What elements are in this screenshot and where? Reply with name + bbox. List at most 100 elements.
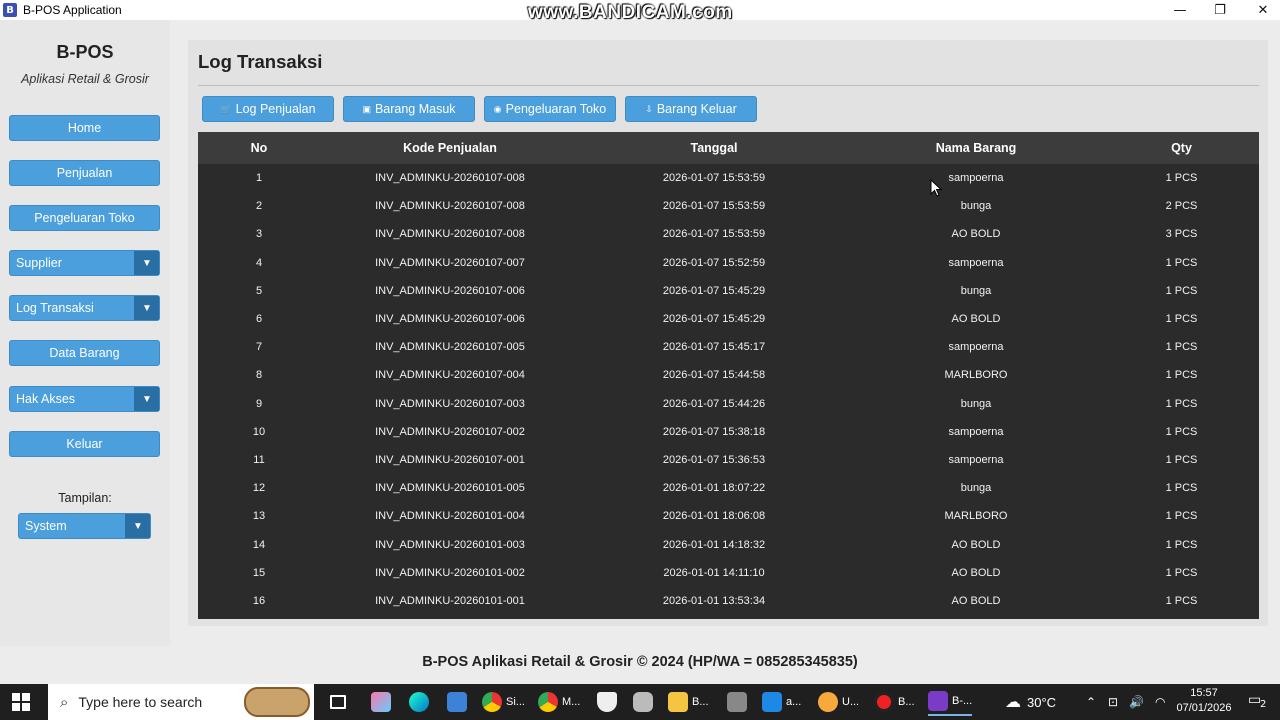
column-header-no[interactable]: No	[198, 132, 320, 164]
nav-keluar-button[interactable]: Keluar	[9, 431, 160, 457]
tab-log-penjualan[interactable]: 🛒 Log Penjualan	[202, 96, 334, 122]
cell-tanggal: 2026-01-07 15:53:59	[662, 172, 766, 185]
sidebar: B-POS Aplikasi Retail & Grosir Home Penj…	[0, 20, 170, 646]
table-row[interactable]: 3 INV_ADMINKU-20260107-008 2026-01-07 15:5…	[198, 220, 1259, 248]
cart-icon: 🛒	[220, 103, 232, 114]
column-header-nama-barang[interactable]: Nama Barang	[848, 132, 1104, 164]
chevron-down-icon[interactable]: ▼	[134, 251, 159, 275]
copilot-icon[interactable]	[371, 688, 395, 716]
cell-no: 2	[255, 200, 263, 213]
notification-icon[interactable]: ▭ 2	[1248, 692, 1268, 712]
clock-time: 15:57	[1190, 687, 1218, 699]
nav-log-transaksi-dropdown[interactable]: Log Transaksi ▼	[9, 295, 160, 321]
taskbar-app-bandicam[interactable]: B...	[874, 688, 915, 716]
taskbar-app-vscode[interactable]: a...	[762, 688, 801, 716]
column-header-qty[interactable]: Qty	[1104, 132, 1259, 164]
maximize-button[interactable]: ❐	[1200, 0, 1240, 20]
cell-no: 6	[255, 313, 263, 326]
table-row[interactable]: 16 INV_ADMINKU-20260101-001 2026-01-01 13:…	[198, 587, 1259, 615]
cell-kode-penjualan: INV_ADMINKU-20260107-008	[375, 200, 525, 213]
taskbar-app-label: U...	[842, 696, 860, 708]
tampilan-value: System	[25, 519, 67, 533]
network-icon[interactable]: ⊡	[1108, 684, 1118, 720]
cell-tanggal: 2026-01-07 15:45:17	[662, 341, 766, 354]
taskbar-search-box[interactable]: ⌕ Type here to search	[48, 684, 314, 720]
chrome-icon	[538, 692, 558, 712]
cell-kode-penjualan: INV_ADMINKU-20260107-004	[375, 369, 525, 382]
tab-barang-masuk[interactable]: ▣ Barang Masuk	[343, 96, 475, 122]
taskbar: ⌕ Type here to search Si... M... B... a.…	[0, 684, 1280, 720]
taskbar-app-bpos[interactable]: B-...	[928, 688, 973, 716]
minimize-button[interactable]: —	[1160, 0, 1200, 20]
taskbar-app-chrome-2[interactable]: M...	[538, 688, 580, 716]
tampilan-select[interactable]: System ▼	[18, 513, 151, 539]
taskbar-app-label: a...	[786, 696, 802, 708]
taskbar-app-u[interactable]: U...	[818, 688, 859, 716]
store-icon[interactable]	[447, 688, 471, 716]
cell-no: 1	[255, 172, 263, 185]
windows-start-icon[interactable]	[12, 693, 30, 711]
money-icon: ◉	[493, 103, 502, 114]
title-bar: B B-POS Application www.BANDICAM.com — ❐…	[0, 0, 1280, 23]
table-row[interactable]: 14 INV_ADMINKU-20260101-003 2026-01-01 14:…	[198, 530, 1259, 558]
search-icon: ⌕	[60, 693, 69, 711]
cell-tanggal: 2026-01-07 15:45:29	[662, 313, 766, 326]
nav-pengeluaran-toko-button[interactable]: Pengeluaran Toko	[9, 205, 160, 231]
cell-tanggal: 2026-01-07 15:52:59	[662, 256, 766, 269]
nav-penjualan-button[interactable]: Penjualan	[9, 160, 160, 186]
taskbar-app-chrome-1[interactable]: Si...	[482, 688, 525, 716]
table-row[interactable]: 1 INV_ADMINKU-20260107-008 2026-01-07 15:5…	[198, 164, 1259, 192]
volume-icon[interactable]: 🔊	[1129, 684, 1144, 720]
system-clock[interactable]: 15:57 07/01/2026	[1172, 686, 1236, 716]
close-button[interactable]: ✕	[1243, 0, 1280, 20]
tab-barang-keluar[interactable]: ⇩ Barang Keluar	[625, 96, 757, 122]
weather-widget[interactable]: ☁ 30°C	[1005, 684, 1056, 720]
database-icon[interactable]	[633, 688, 657, 716]
nav-supplier-dropdown[interactable]: Supplier ▼	[9, 250, 160, 276]
table-row[interactable]: 4 INV_ADMINKU-20260107-007 2026-01-07 15:5…	[198, 249, 1259, 277]
cell-tanggal: 2026-01-07 15:53:59	[662, 228, 766, 241]
cell-kode-penjualan: INV_ADMINKU-20260101-001	[375, 594, 525, 607]
chevron-up-icon[interactable]: ⌃	[1086, 684, 1096, 720]
cell-tanggal: 2026-01-01 14:18:32	[662, 538, 766, 551]
table-row[interactable]: 8 INV_ADMINKU-20260107-004 2026-01-07 15:4…	[198, 361, 1259, 389]
table-row[interactable]: 6 INV_ADMINKU-20260107-006 2026-01-07 15:4…	[198, 305, 1259, 333]
table-row[interactable]: 10 INV_ADMINKU-20260107-002 2026-01-07 15:…	[198, 418, 1259, 446]
cell-qty: 1 PCS	[1165, 397, 1198, 410]
chevron-down-icon[interactable]: ▼	[134, 387, 159, 411]
chevron-down-icon[interactable]: ▼	[125, 514, 150, 538]
tab-pengeluaran-toko[interactable]: ◉ Pengeluaran Toko	[484, 96, 616, 122]
table-row[interactable]: 9 INV_ADMINKU-20260107-003 2026-01-07 15:4…	[198, 390, 1259, 418]
wifi-icon[interactable]: ◠	[1155, 684, 1165, 720]
table-row[interactable]: 5 INV_ADMINKU-20260107-006 2026-01-07 15:4…	[198, 277, 1259, 305]
cell-qty: 1 PCS	[1165, 425, 1198, 438]
cell-no: 8	[255, 369, 263, 382]
notification-count: 2	[1260, 699, 1267, 710]
table-row[interactable]: 7 INV_ADMINKU-20260107-005 2026-01-07 15:4…	[198, 333, 1259, 361]
nav-hak-akses-label: Hak Akses	[16, 392, 76, 406]
cell-tanggal: 2026-01-07 15:44:26	[662, 397, 766, 410]
cell-no: 9	[255, 397, 263, 410]
task-view-icon[interactable]	[330, 688, 350, 716]
cell-no: 16	[252, 594, 266, 607]
table-row[interactable]: 13 INV_ADMINKU-20260101-004 2026-01-01 18:…	[198, 502, 1259, 530]
column-header-kode-penjualan[interactable]: Kode Penjualan	[320, 132, 580, 164]
table-row[interactable]: 12 INV_ADMINKU-20260101-005 2026-01-01 18:…	[198, 474, 1259, 502]
taskbar-app-folder[interactable]: B...	[668, 688, 709, 716]
cell-kode-penjualan: INV_ADMINKU-20260107-008	[375, 228, 525, 241]
nav-data-barang-button[interactable]: Data Barang	[9, 340, 160, 366]
chevron-down-icon[interactable]: ▼	[134, 296, 159, 320]
edge-icon[interactable]	[409, 688, 433, 716]
table-row[interactable]: 15 INV_ADMINKU-20260101-002 2026-01-01 14:…	[198, 559, 1259, 587]
tab-log-penjualan-label: Log Penjualan	[235, 102, 316, 116]
temperature: 30°C	[1027, 694, 1057, 710]
nav-home-button[interactable]: Home	[9, 115, 160, 141]
table-row[interactable]: 11 INV_ADMINKU-20260107-001 2026-01-07 15:…	[198, 446, 1259, 474]
tab-barang-masuk-label: Barang Masuk	[374, 102, 456, 116]
table-row[interactable]: 2 INV_ADMINKU-20260107-008 2026-01-07 15:5…	[198, 192, 1259, 220]
security-shield-icon[interactable]	[597, 688, 621, 716]
calculator-icon[interactable]	[727, 688, 751, 716]
cell-qty: 1 PCS	[1165, 284, 1198, 297]
column-header-tanggal[interactable]: Tanggal	[580, 132, 848, 164]
nav-hak-akses-dropdown[interactable]: Hak Akses ▼	[9, 386, 160, 412]
